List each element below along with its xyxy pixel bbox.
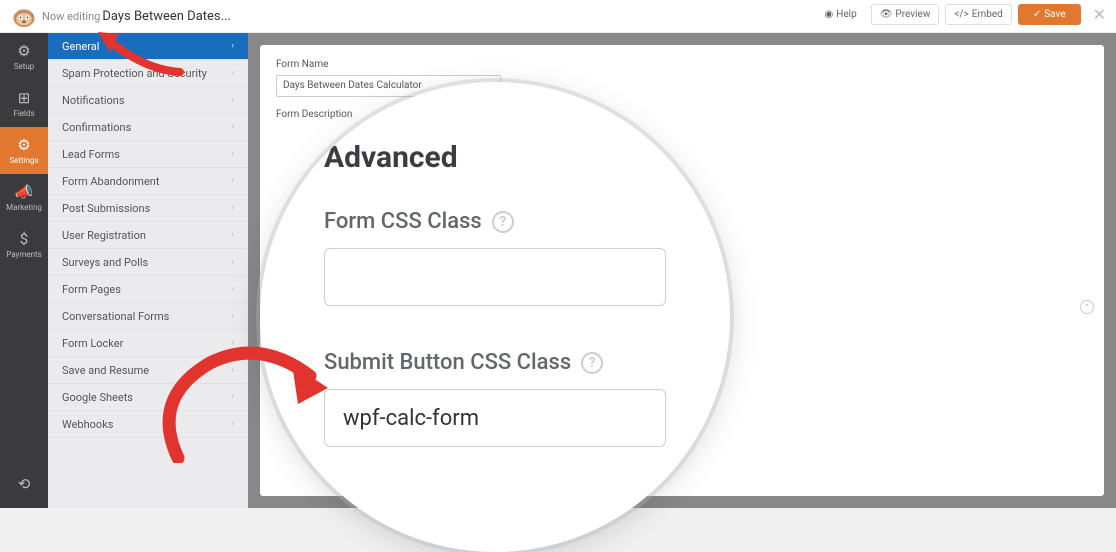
chevron-right-icon: › [231, 176, 234, 186]
form-css-class-input[interactable] [324, 248, 666, 306]
rail-item-settings[interactable]: ⚙ Settings [0, 127, 48, 174]
submit-css-class-label: Submit Button CSS Class ? [324, 350, 666, 375]
sidebar-item-label: Spam Protection and Security [62, 67, 207, 80]
sidebar-item-lead-forms[interactable]: Lead Forms › [48, 141, 248, 168]
code-icon: </> [954, 9, 968, 20]
rail-item-label: Fields [13, 109, 34, 118]
app-logo [10, 4, 38, 29]
now-editing-label: Now editing [42, 10, 100, 23]
sidebar-item-user-registration[interactable]: User Registration › [48, 222, 248, 249]
editor-header: Now editing Days Between Dates... ◉Help … [0, 0, 1116, 33]
embed-button[interactable]: </>Embed [945, 4, 1011, 25]
rail-item-revisions[interactable]: ⟲ [0, 461, 48, 508]
sidebar-item-webhooks[interactable]: Webhooks › [48, 411, 248, 438]
sidebar-item-spam-protection-and-security[interactable]: Spam Protection and Security › [48, 60, 248, 87]
rail-item-label: Setup [14, 62, 35, 71]
header-form-title[interactable]: Days Between Dates... [102, 9, 231, 24]
sidebar-item-label: Lead Forms [62, 148, 120, 161]
sidebar-item-general[interactable]: General › [48, 33, 248, 60]
left-rail: ⚙ Setup ⊞ Fields ⚙ Settings 📣 Marketing $ Payment… [0, 33, 48, 508]
form-name-label: Form Name [276, 59, 1088, 70]
preview-button[interactable]: 👁Preview [871, 4, 940, 25]
sidebar-item-label: Google Sheets [62, 391, 133, 404]
sidebar-item-conversational-forms[interactable]: Conversational Forms › [48, 303, 248, 330]
rail-item-label: Marketing [6, 203, 42, 212]
settings-sidebar: General›Spam Protection and Security›Not… [48, 33, 248, 508]
save-button[interactable]: ✓Save [1018, 4, 1081, 25]
sidebar-item-label: Confirmations [62, 121, 131, 134]
sidebar-item-form-locker[interactable]: Form Locker › [48, 330, 248, 357]
close-icon[interactable]: ✕ [1093, 5, 1106, 24]
sidebar-item-confirmations[interactable]: Confirmations › [48, 114, 248, 141]
sidebar-item-form-pages[interactable]: Form Pages › [48, 276, 248, 303]
sidebar-item-form-abandonment[interactable]: Form Abandonment › [48, 168, 248, 195]
settings-icon: ⚙ [17, 136, 30, 154]
check-icon: ✓ [1033, 9, 1041, 20]
marketing-icon: 📣 [15, 183, 34, 201]
rail-item-label: Payments [6, 250, 42, 259]
sidebar-item-google-sheets[interactable]: Google Sheets › [48, 384, 248, 411]
payments-icon: $ [20, 230, 28, 248]
chevron-right-icon: › [231, 68, 234, 78]
zoom-lens: Advanced Form CSS Class ? Submit Button … [260, 82, 730, 552]
sidebar-item-label: Form Abandonment [62, 175, 159, 188]
sidebar-item-save-and-resume[interactable]: Save and Resume › [48, 357, 248, 384]
rail-item-label: Settings [9, 156, 38, 165]
revisions-icon: ⟲ [18, 475, 31, 493]
sidebar-item-label: General [62, 40, 99, 53]
chevron-right-icon: › [231, 122, 234, 132]
submit-css-class-input[interactable] [324, 389, 666, 447]
sidebar-item-label: Post Submissions [62, 202, 150, 215]
rail-item-marketing[interactable]: 📣 Marketing [0, 174, 48, 221]
form-css-class-label: Form CSS Class ? [324, 209, 666, 234]
help-tooltip-icon[interactable]: ? [581, 352, 603, 374]
eye-icon: 👁 [880, 9, 893, 20]
chevron-right-icon: › [231, 392, 234, 402]
sidebar-item-label: Webhooks [62, 418, 113, 431]
chevron-right-icon: › [231, 365, 234, 375]
help-button[interactable]: ◉Help [816, 5, 864, 24]
sidebar-item-label: Save and Resume [62, 364, 149, 377]
chevron-right-icon: › [231, 311, 234, 321]
chevron-right-icon: › [231, 149, 234, 159]
chevron-right-icon: › [231, 257, 234, 267]
setup-icon: ⚙ [17, 42, 30, 60]
sidebar-item-label: Surveys and Polls [62, 256, 148, 269]
sidebar-item-label: Conversational Forms [62, 310, 169, 323]
help-tooltip-icon[interactable]: ? [492, 211, 514, 233]
chevron-right-icon: › [231, 338, 234, 348]
sidebar-item-label: Form Locker [62, 337, 123, 350]
chevron-right-icon: › [231, 41, 234, 51]
sidebar-item-label: Notifications [62, 94, 125, 107]
sidebar-item-surveys-and-polls[interactable]: Surveys and Polls › [48, 249, 248, 276]
chevron-right-icon: › [231, 203, 234, 213]
advanced-section-title: Advanced [324, 140, 666, 175]
rail-item-setup[interactable]: ⚙ Setup [0, 33, 48, 80]
chevron-right-icon: › [231, 230, 234, 240]
sidebar-item-label: Form Pages [62, 283, 121, 296]
header-actions: ◉Help 👁Preview </>Embed ✓Save ✕ [816, 4, 1106, 25]
sidebar-item-notifications[interactable]: Notifications › [48, 87, 248, 114]
chevron-right-icon: › [231, 284, 234, 294]
chevron-right-icon: › [231, 95, 234, 105]
rail-item-fields[interactable]: ⊞ Fields [0, 80, 48, 127]
chevron-right-icon: › [231, 419, 234, 429]
chevron-up-icon[interactable]: ⌃ [1080, 300, 1094, 314]
fields-icon: ⊞ [18, 89, 31, 107]
sidebar-item-label: User Registration [62, 229, 146, 242]
sidebar-item-post-submissions[interactable]: Post Submissions › [48, 195, 248, 222]
rail-item-payments[interactable]: $ Payments [0, 221, 48, 268]
help-icon: ◉ [824, 9, 833, 20]
